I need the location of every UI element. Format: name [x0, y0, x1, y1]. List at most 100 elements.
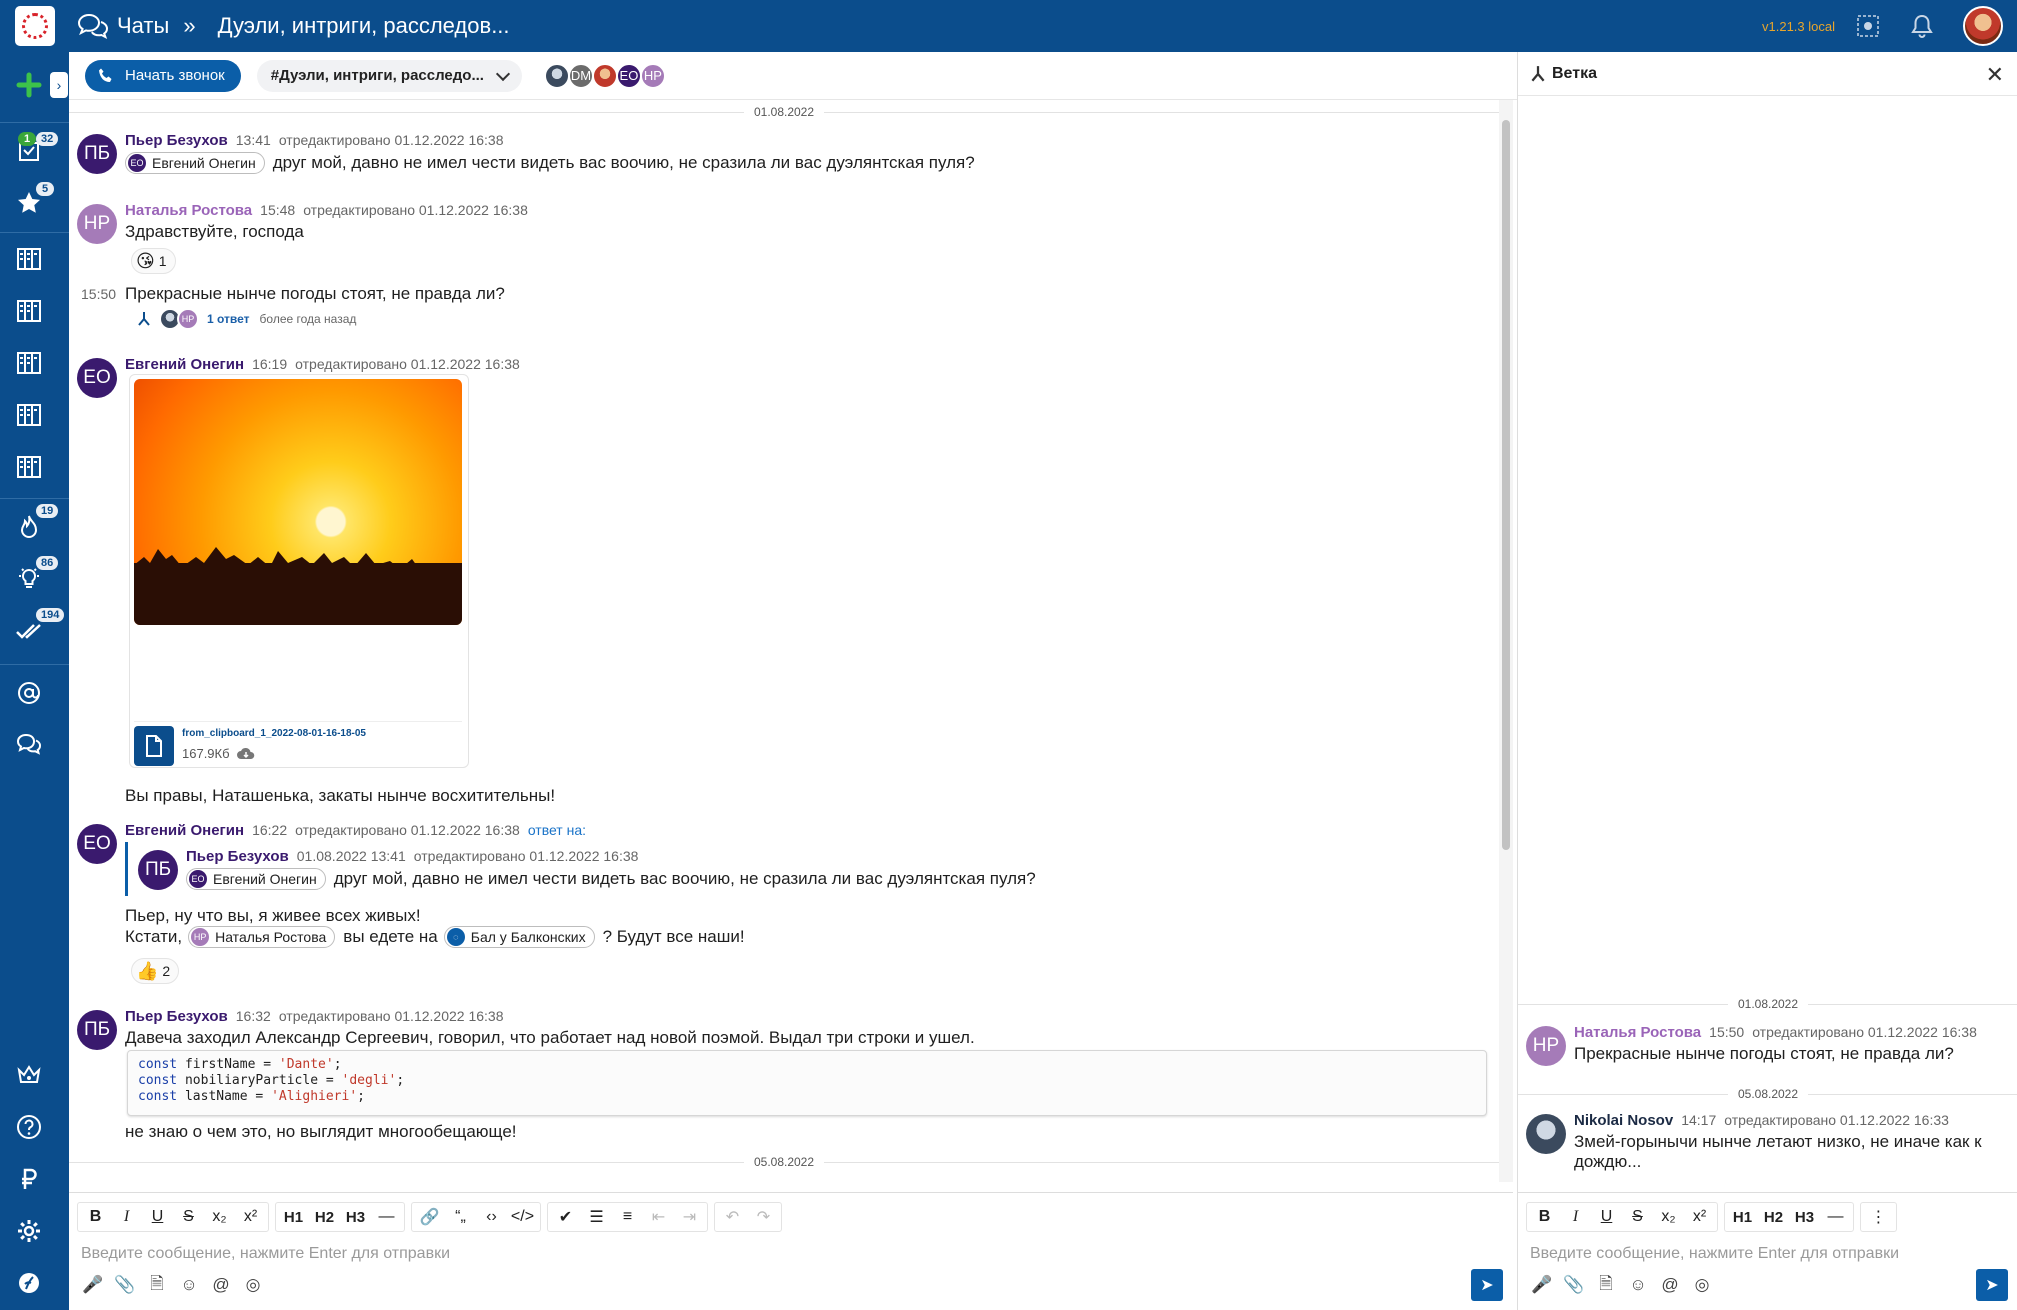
microphone-icon[interactable]: 🎤 [77, 1271, 109, 1299]
user-mention[interactable]: НР Наталья Ростова [188, 926, 336, 948]
breadcrumb-chats[interactable]: Чаты [117, 13, 169, 39]
avatar[interactable]: НР [1526, 1026, 1566, 1066]
indent-icon[interactable]: ⇥ [674, 1203, 705, 1231]
sidebar-item-board-2[interactable] [14, 296, 44, 326]
mention-icon[interactable]: @ [1654, 1271, 1686, 1299]
sidebar-item-mentions[interactable] [14, 678, 44, 708]
user-mention[interactable]: ЕО Евгений Онегин [125, 152, 265, 174]
silent-mode-icon[interactable]: ◎ [1686, 1271, 1718, 1299]
bold-button[interactable]: B [80, 1203, 111, 1231]
inline-code-icon[interactable]: ‹› [476, 1203, 507, 1231]
sidebar-item-brand[interactable] [14, 1268, 44, 1298]
reaction[interactable]: 😘 1 [131, 248, 176, 274]
file-code-icon[interactable]: 🗎 [141, 1271, 173, 1299]
heading1-button[interactable]: H1 [1727, 1203, 1758, 1231]
emoji-icon[interactable]: ☺ [1622, 1271, 1654, 1299]
sidebar-expand-toggle[interactable]: › [50, 72, 68, 98]
mention-icon[interactable]: @ [205, 1271, 237, 1299]
image-attachment[interactable]: from_clipboard_1_2022-08-01-16-18-05 167… [129, 374, 469, 768]
heading2-button[interactable]: H2 [1758, 1203, 1789, 1231]
bullet-list-icon[interactable]: ≡ [612, 1203, 643, 1231]
thread-message-input[interactable]: Введите сообщение, нажмите Enter для отп… [1530, 1245, 1899, 1263]
heading3-button[interactable]: H3 [340, 1203, 371, 1231]
silent-mode-icon[interactable]: ◎ [237, 1271, 269, 1299]
file-name[interactable]: from_clipboard_1_2022-08-01-16-18-05 [182, 728, 366, 739]
more-options-icon[interactable]: ⋮ [1863, 1203, 1894, 1231]
avatar[interactable] [1526, 1114, 1566, 1154]
sidebar-item-chats[interactable] [14, 730, 44, 760]
message-input[interactable]: Введите сообщение, нажмите Enter для отп… [81, 1245, 450, 1263]
user-avatar[interactable] [1963, 6, 2003, 46]
message-author[interactable]: Евгений Онегин [125, 356, 244, 373]
bug-report-icon[interactable] [1855, 13, 1881, 39]
sidebar-item-help[interactable] [14, 1112, 44, 1142]
thread-replies-link[interactable]: 1 ответ [207, 312, 250, 326]
code-block-icon[interactable]: </> [507, 1203, 538, 1231]
thread-summary[interactable]: НР 1 ответ более года назад [137, 308, 356, 330]
cloud-download-icon[interactable] [236, 747, 256, 761]
bold-button[interactable]: B [1529, 1203, 1560, 1231]
link-icon[interactable]: 🔗 [414, 1203, 445, 1231]
message[interactable]: ПБ Пьер Безухов 16:32 отредактировано 01… [69, 1006, 1489, 1141]
paperclip-icon[interactable]: 📎 [1558, 1271, 1590, 1299]
sidebar-item-board-5[interactable] [14, 452, 44, 482]
heading1-button[interactable]: H1 [278, 1203, 309, 1231]
reply-to-label[interactable]: ответ на: [528, 822, 586, 838]
message-author[interactable]: Наталья Ростова [125, 202, 252, 219]
scrollbar-thumb[interactable] [1502, 120, 1510, 850]
strikethrough-button[interactable]: S [1622, 1203, 1653, 1231]
sidebar-item-ideas[interactable]: 86 [14, 556, 59, 594]
quoted-message[interactable]: ПБ Пьер Безухов 01.08.2022 13:41 отредак… [125, 842, 1125, 896]
message-author[interactable]: Nikolai Nosov [1574, 1112, 1673, 1129]
horizontal-rule-button[interactable]: — [1820, 1203, 1851, 1231]
strikethrough-button[interactable]: S [173, 1203, 204, 1231]
sidebar-item-favorites[interactable]: 5 [14, 182, 54, 218]
thread-message[interactable]: Nikolai Nosov 14:17 отредактировано 01.1… [1518, 1108, 2017, 1178]
message[interactable]: ЕО Евгений Онегин 16:22 отредактировано … [69, 820, 1489, 1004]
task-list-icon[interactable]: ✔ [550, 1203, 581, 1231]
message-list-scrollbar[interactable] [1499, 100, 1513, 1182]
start-call-button[interactable]: Начать звонок [85, 59, 241, 92]
close-icon[interactable]: ✕ [1986, 62, 2004, 88]
app-logo[interactable] [15, 6, 55, 46]
sidebar-item-done[interactable]: 194 [14, 608, 65, 646]
message[interactable]: ПБ Пьер Безухов 13:41 отредактировано 01… [69, 130, 1489, 188]
user-mention[interactable]: ЕО Евгений Онегин [186, 868, 326, 890]
avatar[interactable]: ЕО [77, 824, 117, 864]
italic-button[interactable]: I [1560, 1203, 1591, 1231]
message[interactable]: НР Наталья Ростова 15:48 отредактировано… [69, 200, 1489, 274]
sidebar-item-tasks[interactable]: 1 32 [14, 132, 59, 166]
undo-icon[interactable]: ↶ [717, 1203, 748, 1231]
avatar[interactable]: НР [77, 204, 117, 244]
sidebar-item-crown[interactable] [14, 1060, 44, 1090]
thread-message[interactable]: НР Наталья Ростова 15:50 отредактировано… [1518, 1020, 2017, 1080]
emoji-icon[interactable]: ☺ [173, 1271, 205, 1299]
message-author[interactable]: Евгений Онегин [125, 822, 244, 839]
sidebar-item-create[interactable] [14, 70, 44, 100]
notifications-bell-icon[interactable] [1909, 13, 1935, 39]
heading2-button[interactable]: H2 [309, 1203, 340, 1231]
sidebar-item-board-3[interactable] [14, 348, 44, 378]
avatar[interactable]: ЕО [77, 358, 117, 398]
paperclip-icon[interactable]: 📎 [109, 1271, 141, 1299]
sunset-image[interactable] [134, 379, 462, 625]
heading3-button[interactable]: H3 [1789, 1203, 1820, 1231]
microphone-icon[interactable]: 🎤 [1526, 1271, 1558, 1299]
channel-mention[interactable]: ◌ Бал у Балконских [443, 926, 595, 948]
file-attachment[interactable]: from_clipboard_1_2022-08-01-16-18-05 167… [134, 721, 462, 766]
message-author[interactable]: Пьер Безухов [125, 1008, 228, 1025]
underline-button[interactable]: U [142, 1203, 173, 1231]
subscript-button[interactable]: x₂ [204, 1203, 235, 1231]
superscript-button[interactable]: x² [1684, 1203, 1715, 1231]
avatar[interactable]: ПБ [77, 134, 117, 174]
reaction[interactable]: 👍 2 [131, 958, 180, 984]
avatar[interactable]: ПБ [77, 1010, 117, 1050]
message-author[interactable]: Наталья Ростова [1574, 1024, 1701, 1041]
channel-select[interactable]: #Дуэли, интриги, расследо... [256, 59, 522, 92]
subscript-button[interactable]: x₂ [1653, 1203, 1684, 1231]
sidebar-item-hot[interactable]: 19 [14, 504, 59, 542]
superscript-button[interactable]: x² [235, 1203, 266, 1231]
italic-button[interactable]: I [111, 1203, 142, 1231]
ordered-list-icon[interactable]: ☰ [581, 1203, 612, 1231]
send-button[interactable]: ➤ [1976, 1269, 2008, 1301]
